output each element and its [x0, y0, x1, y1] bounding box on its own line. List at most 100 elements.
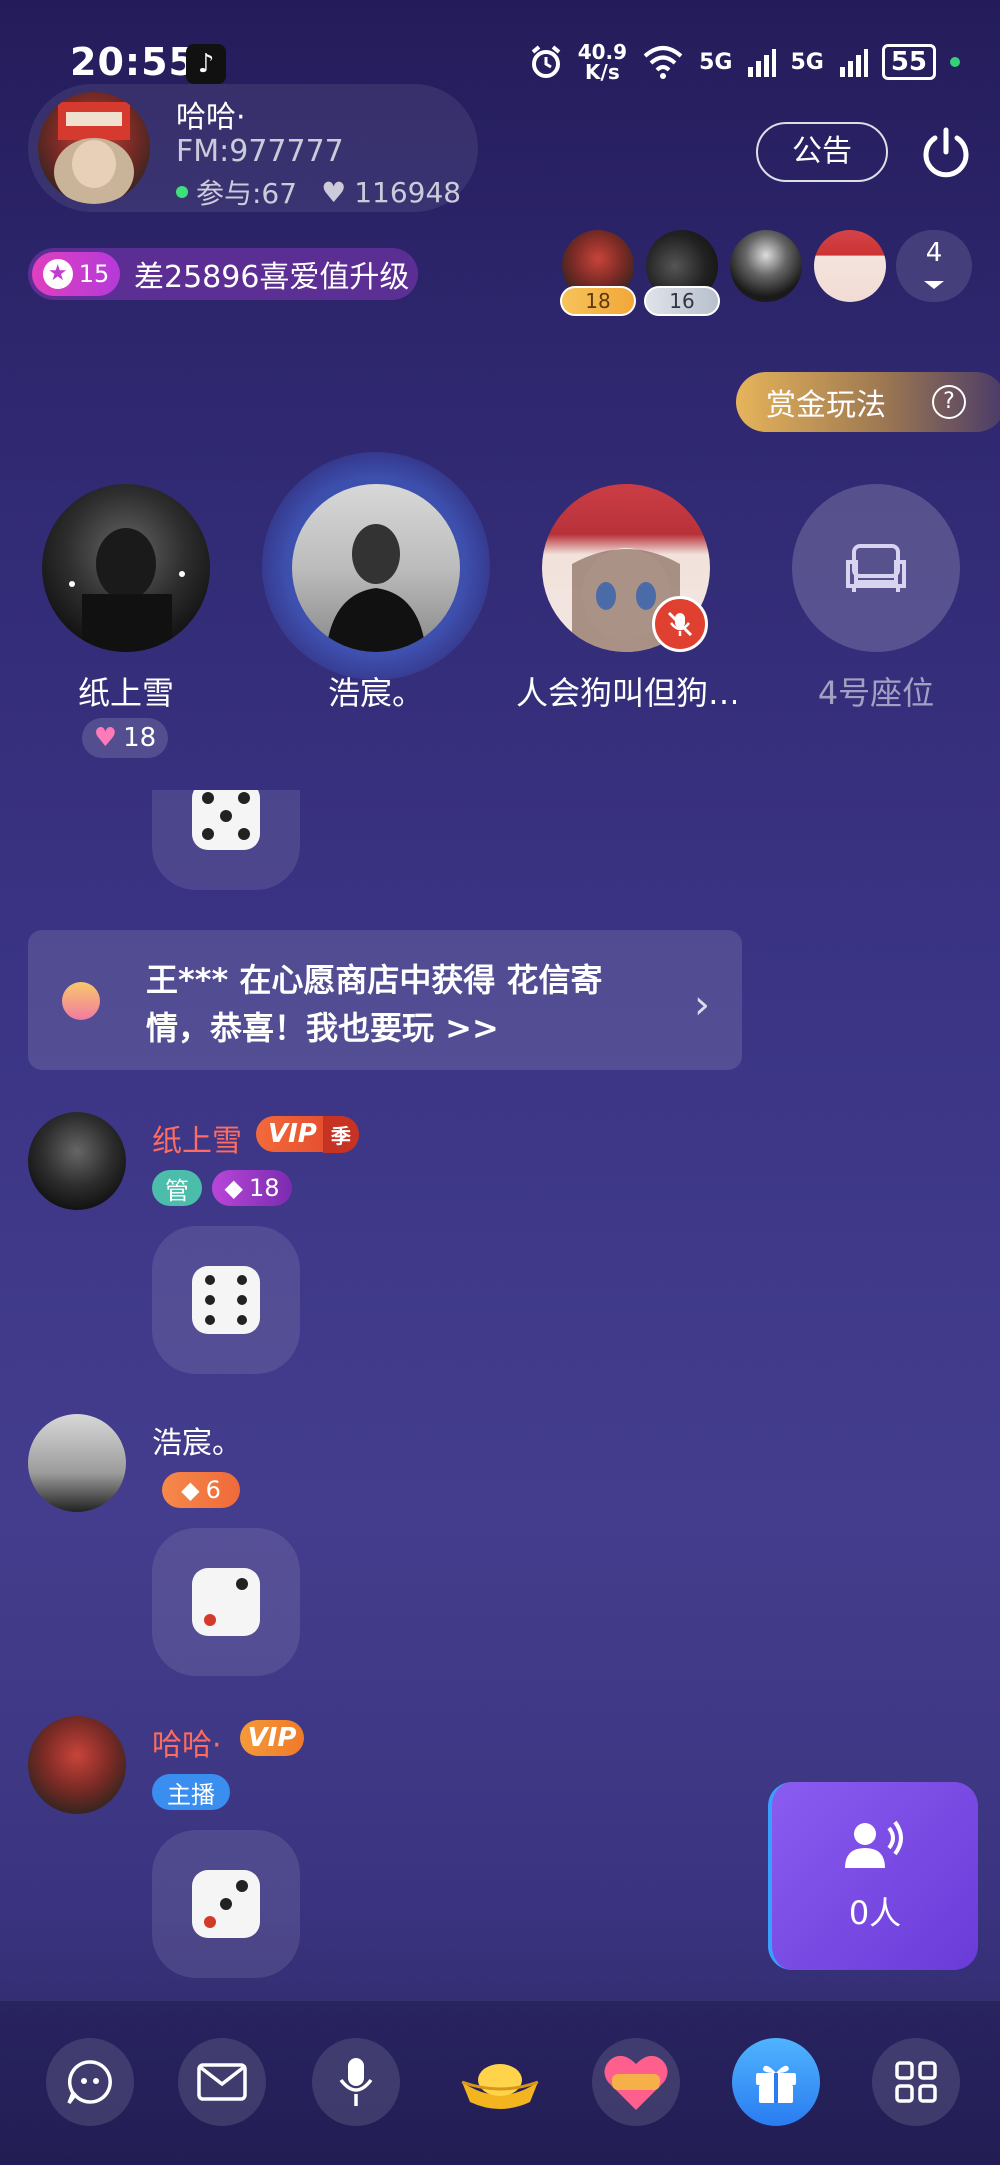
seat-2-name: 浩宸。	[327, 674, 424, 712]
mic-muted-icon	[652, 596, 708, 652]
level-progress-bar[interactable]: ★ 15 差25896喜爱值升级	[28, 248, 418, 300]
heart-activity-button[interactable]	[592, 2038, 680, 2126]
level-tag: ◆ 6	[162, 1472, 240, 1508]
more-apps-button[interactable]	[872, 2038, 960, 2126]
notice-button[interactable]: 公告	[756, 122, 888, 182]
message-avatar-2[interactable]	[28, 1414, 126, 1512]
level-number: 15	[78, 260, 110, 288]
gift-button[interactable]	[732, 2038, 820, 2126]
seat-4-name: 4号座位	[817, 674, 935, 712]
seat-2-avatar[interactable]	[292, 484, 460, 652]
grid-icon	[895, 2061, 937, 2103]
avatar	[814, 230, 886, 302]
heart-icon: ♥	[93, 723, 118, 753]
room-avatar[interactable]	[38, 92, 150, 204]
mic-button[interactable]	[312, 2038, 400, 2126]
seat-1-avatar[interactable]	[42, 484, 210, 652]
gift-box-icon	[756, 2065, 796, 2103]
signal-icon-2	[839, 49, 868, 77]
vip-badge-season: VIP 季	[256, 1115, 359, 1153]
avatar	[730, 230, 802, 302]
chat-button[interactable]	[46, 2038, 134, 2126]
alarm-icon	[531, 45, 560, 78]
message-avatar-1[interactable]	[28, 1112, 126, 1210]
dice-icon	[192, 1568, 260, 1636]
mic-icon	[339, 2058, 373, 2106]
mail-button[interactable]	[178, 2038, 266, 2126]
audience-count: 4	[925, 238, 943, 268]
dice-icon	[192, 1870, 260, 1938]
level-badge: ★ 15	[32, 252, 120, 296]
room-stats: 参与:67 ♥ 116948	[176, 172, 461, 212]
battery-icon: 55	[881, 44, 936, 80]
level-tag: ◆ 18	[212, 1170, 292, 1206]
sim2-label: 5G	[790, 49, 824, 75]
seat-4-empty[interactable]	[792, 484, 960, 652]
heart-count: 18	[123, 723, 157, 753]
star-icon: ★	[42, 259, 73, 289]
dice-icon	[192, 790, 260, 850]
status-time: 20:55	[70, 40, 196, 84]
tiktok-icon: ♪	[186, 44, 226, 84]
dice-icon	[192, 1266, 260, 1334]
vip-badge: VIP	[240, 1720, 304, 1756]
level-value: 6	[205, 1476, 221, 1504]
help-icon[interactable]: ?	[932, 385, 966, 419]
room-fm-id: FM:977777	[176, 134, 344, 169]
chat-dice-partial	[152, 790, 300, 890]
participants-count: 参与:67	[196, 177, 298, 210]
dice-message-3	[152, 1830, 300, 1978]
audience-count-button[interactable]: 4	[896, 230, 972, 302]
seat-3-name: 人会狗叫但狗…	[516, 674, 736, 712]
message-sender-1[interactable]: 纸上雪	[152, 1116, 242, 1160]
signal-icon	[748, 49, 777, 77]
rank-tag-gold: 18	[560, 286, 636, 316]
status-bar: 20:55 ♪ 40.9 K/s 5G 5G 55	[0, 0, 1000, 90]
net-speed: 40.9 K/s	[577, 40, 628, 84]
rank-avatar-4[interactable]	[814, 230, 886, 320]
vip-season-text: 季	[322, 1115, 359, 1153]
message-sender-2[interactable]: 浩宸。	[152, 1418, 242, 1462]
privacy-dot	[950, 57, 960, 67]
wifi-icon	[643, 46, 683, 79]
voice-call-button[interactable]: 0人	[768, 1782, 978, 1970]
level-upgrade-text: 差25896喜爱值升级	[134, 260, 410, 295]
gold-ingot-icon	[461, 2064, 539, 2109]
heart-badge-icon	[604, 2055, 668, 2110]
host-tag: 主播	[152, 1774, 230, 1810]
likes-count: 116948	[354, 175, 462, 209]
system-message-text: 王*** 在心愿商店中获得 花信寄情，恭喜！我也要玩 >>	[146, 961, 603, 1047]
room-name: 哈哈·	[176, 100, 246, 135]
diamond-icon: ◆	[181, 1476, 200, 1504]
level-value: 18	[248, 1174, 280, 1202]
heart-icon: ♥	[321, 175, 347, 209]
message-avatar-3[interactable]	[28, 1716, 126, 1814]
admin-tag: 管	[152, 1170, 202, 1206]
dice-message-1	[152, 1226, 300, 1374]
rank-avatar-2[interactable]: 16	[644, 230, 720, 320]
vip-text: VIP	[268, 1119, 317, 1149]
rank-avatar-3[interactable]	[730, 230, 802, 320]
gift-icon	[62, 982, 100, 1020]
dice-message-2	[152, 1528, 300, 1676]
seat-1-hearts: ♥ 18	[82, 718, 168, 758]
chevron-right-icon[interactable]: ›	[694, 982, 710, 1028]
rank-avatar-1[interactable]: 18	[560, 230, 636, 320]
gold-ingot-button[interactable]	[456, 2046, 544, 2118]
diamond-icon: ◆	[224, 1174, 243, 1202]
bounty-play-button[interactable]: 赏金玩法 ?	[736, 372, 1000, 432]
mail-icon	[197, 2063, 247, 2101]
sim1-label: 5G	[699, 49, 733, 75]
rank-tag-silver: 16	[644, 286, 720, 316]
status-icons: 40.9 K/s 5G 5G 55	[528, 42, 960, 82]
power-icon[interactable]	[918, 124, 974, 180]
speaker-person-icon	[845, 1820, 903, 1868]
chevron-down-icon	[924, 281, 944, 289]
chat-bubble-icon	[67, 2060, 112, 2105]
online-dot	[176, 186, 188, 198]
call-count: 0人	[848, 1894, 902, 1932]
bounty-label: 赏金玩法	[766, 388, 886, 423]
sofa-icon	[846, 544, 906, 592]
message-sender-3[interactable]: 哈哈·	[152, 1720, 222, 1764]
seat-1-name: 纸上雪	[77, 674, 174, 712]
